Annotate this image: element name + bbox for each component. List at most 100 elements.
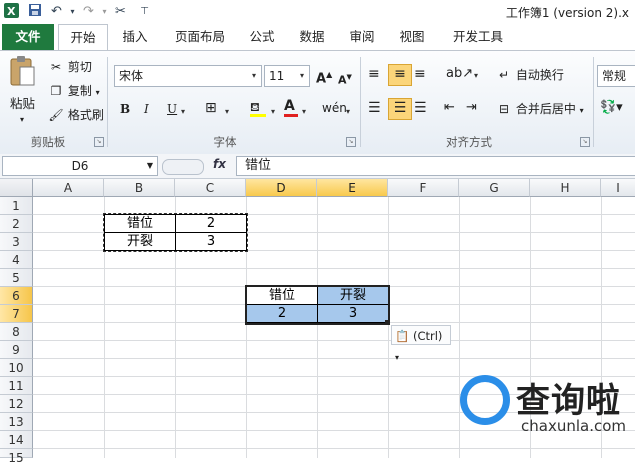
undo-dropdown-icon[interactable]: ▾ — [64, 3, 81, 20]
number-format-box[interactable]: 常规 — [597, 65, 635, 87]
align-right-icon[interactable]: ☰ — [414, 99, 427, 117]
clipboard-group-label: 剪贴板 — [30, 135, 66, 149]
row-header-3[interactable]: 3 — [0, 233, 33, 251]
cut-label: 剪切 — [67, 60, 92, 74]
row-header-14[interactable]: 14 — [0, 431, 33, 449]
decrease-indent-icon[interactable]: ⇤ — [444, 99, 455, 117]
column-header-b[interactable]: B — [104, 179, 175, 197]
tab-file[interactable]: 文件 — [2, 24, 54, 50]
customize-toolbar-icon[interactable]: ⊤ — [136, 3, 153, 20]
column-header-i[interactable]: I — [601, 179, 635, 197]
font-color-dropdown-icon[interactable]: ▾ — [302, 107, 306, 116]
tools-icon[interactable]: ✂ — [112, 3, 129, 20]
tab-formulas[interactable]: 公式 — [240, 24, 284, 50]
name-box[interactable]: D6 ▼ — [2, 156, 158, 176]
column-header-e[interactable]: E — [317, 179, 388, 197]
row-header-13[interactable]: 13 — [0, 413, 33, 431]
tab-data[interactable]: 数据 — [290, 24, 334, 50]
title-bar: X ↶ ▾ ↷ ▾ ✂ ⊤ 工作簿1 (version 2).x — [0, 0, 635, 25]
column-header-h[interactable]: H — [530, 179, 601, 197]
align-left-icon[interactable]: ☰ — [368, 99, 381, 117]
fill-bucket-icon: ⛾ — [250, 100, 260, 114]
font-launcher-icon[interactable]: ↘ — [346, 137, 356, 147]
font-color-button[interactable]: A — [284, 97, 298, 117]
phonetic-dropdown-icon[interactable]: ▾ — [346, 107, 350, 116]
select-all-corner[interactable] — [0, 179, 33, 197]
clipboard-launcher-icon[interactable]: ↘ — [94, 137, 104, 147]
save-icon[interactable] — [26, 3, 43, 20]
increase-indent-icon[interactable]: ⇥ — [466, 99, 477, 117]
row-header-9[interactable]: 9 — [0, 341, 33, 359]
tab-insert[interactable]: 插入 — [112, 24, 158, 50]
orientation-icon[interactable]: ab↗ — [446, 65, 473, 83]
tab-developer[interactable]: 开发工具 — [442, 24, 514, 50]
row-header-7[interactable]: 7 — [0, 305, 33, 323]
underline-dropdown-icon[interactable]: ▾ — [181, 107, 185, 116]
paste-options-label: (Ctrl) — [412, 329, 443, 343]
font-size-dropdown-icon[interactable]: ▾ — [300, 71, 304, 80]
italic-button[interactable]: I — [144, 100, 149, 118]
borders-icon[interactable]: ⊞ — [205, 99, 217, 117]
borders-dropdown-icon[interactable]: ▾ — [225, 107, 229, 116]
top-align-icon[interactable]: ≡ — [368, 65, 380, 83]
row-header-11[interactable]: 11 — [0, 377, 33, 395]
wrap-text-button[interactable]: ↵ 自动换行 — [496, 66, 564, 84]
cut-button[interactable]: ✂ 剪切 — [48, 58, 92, 76]
merge-dropdown-icon: ▾ — [579, 106, 584, 115]
row-header-4[interactable]: 4 — [0, 251, 33, 269]
gridline — [33, 268, 635, 269]
row-header-2[interactable]: 2 — [0, 215, 33, 233]
tab-home[interactable]: 开始 — [58, 24, 108, 51]
row-header-1[interactable]: 1 — [0, 197, 33, 215]
clipboard-icon: 📋 — [395, 329, 410, 343]
column-header-d[interactable]: D — [246, 179, 317, 197]
row-header-5[interactable]: 5 — [0, 269, 33, 287]
copy-button[interactable]: ❐ 复制 ▾ — [48, 82, 100, 102]
tab-page-layout[interactable]: 页面布局 — [164, 24, 236, 50]
paste-button[interactable]: 粘贴 ▾ — [8, 55, 38, 125]
alignment-launcher-icon[interactable]: ↘ — [580, 137, 590, 147]
column-header-f[interactable]: F — [388, 179, 459, 197]
row-header-8[interactable]: 8 — [0, 323, 33, 341]
font-color-icon: A — [284, 98, 295, 114]
redo-dropdown-icon[interactable]: ▾ — [96, 3, 113, 20]
tab-review[interactable]: 审阅 — [340, 24, 384, 50]
middle-align-icon[interactable]: ≡ — [388, 64, 412, 86]
merge-cells-icon: ⊟ — [498, 102, 510, 116]
name-box-dropdown-icon[interactable]: ▼ — [147, 157, 153, 175]
formula-input[interactable]: 错位 — [236, 156, 635, 176]
grow-font-icon[interactable]: A▲ — [316, 66, 332, 88]
currency-format-icon[interactable]: 💱▾ — [600, 99, 623, 117]
fill-color-dropdown-icon[interactable]: ▾ — [271, 107, 275, 116]
phonetic-icon[interactable]: wén — [322, 99, 347, 117]
column-header-g[interactable]: G — [459, 179, 530, 197]
font-name-dropdown-icon[interactable]: ▾ — [252, 71, 256, 80]
column-header-a[interactable]: A — [33, 179, 104, 197]
shrink-font-icon[interactable]: A▼ — [338, 68, 352, 90]
row-header-10[interactable]: 10 — [0, 359, 33, 377]
formula-bar-resize-handle[interactable] — [162, 159, 204, 175]
redo-icon[interactable]: ↷ — [80, 3, 97, 20]
fill-handle[interactable] — [385, 320, 390, 325]
undo-icon[interactable]: ↶ — [48, 3, 65, 20]
format-painter-button[interactable]: 🖌 格式刷 — [48, 106, 103, 124]
row-header-6[interactable]: 6 — [0, 287, 33, 305]
tab-view[interactable]: 视图 — [390, 24, 434, 50]
ribbon: 粘贴 ▾ ✂ 剪切 ❐ 复制 ▾ 🖌 格式刷 剪贴板 ↘ 宋体 ▾ 11 ▾ A… — [0, 50, 635, 155]
fill-color-button[interactable]: ⛾ — [250, 98, 266, 117]
row-header-12[interactable]: 12 — [0, 395, 33, 413]
merge-center-button[interactable]: ⊟ 合并后居中 ▾ — [496, 100, 584, 120]
excel-logo-icon: X — [3, 3, 20, 20]
align-center-icon[interactable]: ☰ — [388, 98, 412, 120]
underline-button[interactable]: U — [167, 100, 177, 118]
orientation-dropdown-icon[interactable]: ▾ — [474, 71, 478, 80]
worksheet-grid[interactable]: A B C D E F G H I 1 2 3 4 5 6 7 8 9 10 1… — [0, 179, 635, 465]
font-name-box[interactable]: 宋体 — [114, 65, 262, 87]
bold-button[interactable]: B — [120, 100, 130, 118]
paste-options-button[interactable]: 📋 (Ctrl) ▾ — [391, 325, 451, 362]
column-header-c[interactable]: C — [175, 179, 246, 197]
bottom-align-icon[interactable]: ≡ — [414, 65, 426, 83]
insert-function-icon[interactable]: fx — [213, 157, 226, 171]
row-header-15[interactable]: 15 — [0, 449, 33, 465]
fill-color-swatch — [250, 114, 266, 117]
